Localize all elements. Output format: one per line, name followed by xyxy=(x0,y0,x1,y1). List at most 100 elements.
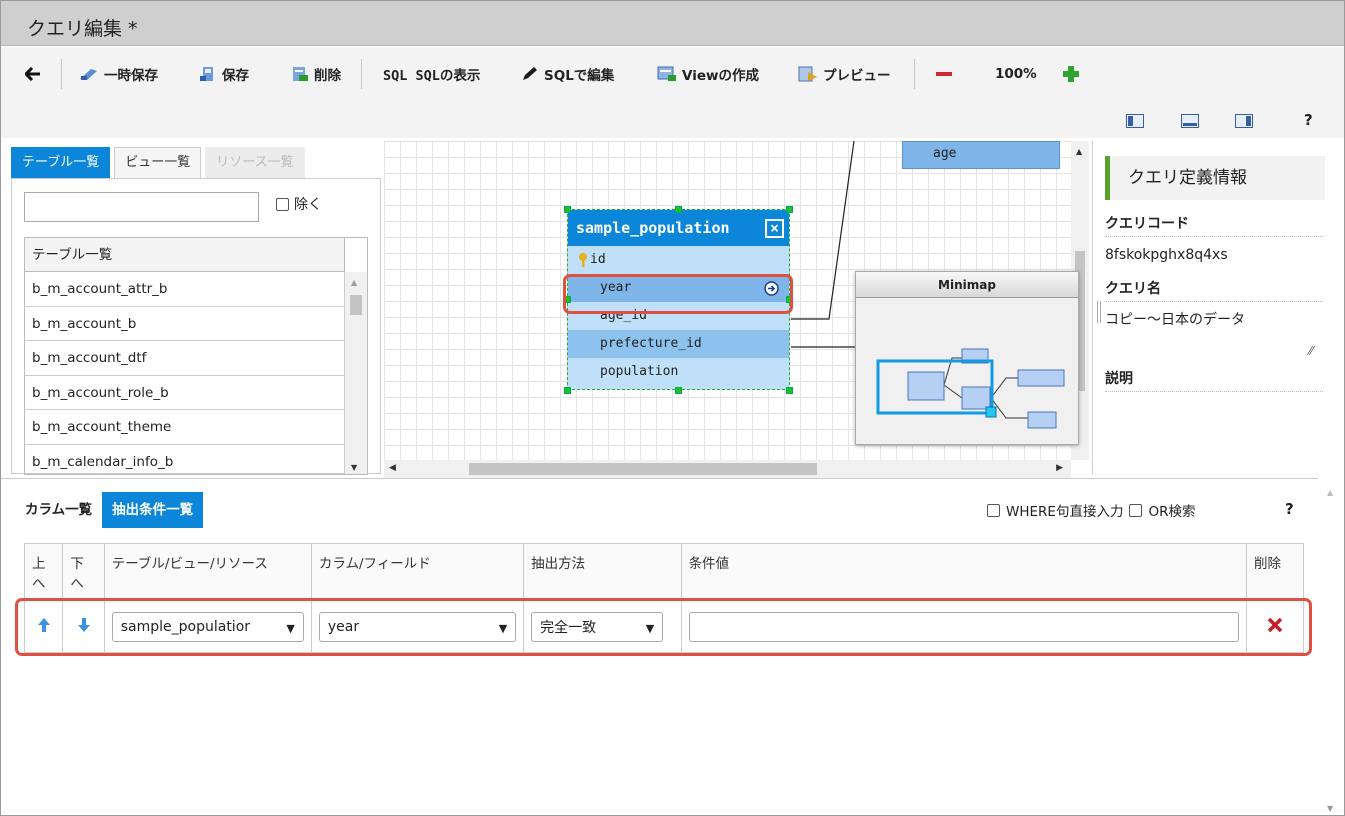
minimap-view xyxy=(876,348,1065,429)
or-search-label: OR検索 xyxy=(1148,504,1196,520)
table-list-scrollbar[interactable]: ▲ ▼ xyxy=(345,272,367,474)
resize-handle[interactable] xyxy=(564,206,571,213)
bottom-tabs: カラム一覧 抽出条件一覧 xyxy=(15,492,204,528)
col-up: 上へ xyxy=(23,543,64,601)
minimap[interactable]: Minimap xyxy=(855,271,1079,445)
layout-bottom-icon[interactable] xyxy=(1181,114,1199,128)
resize-handle[interactable] xyxy=(675,206,682,213)
preview-button[interactable]: プレビュー xyxy=(798,63,891,85)
resize-handle[interactable] xyxy=(786,206,793,213)
query-code-label: クエリコード xyxy=(1105,213,1323,237)
where-direct-label: WHERE句直接入力 xyxy=(1006,504,1124,520)
primary-key-icon xyxy=(579,253,587,267)
save-button[interactable]: 保存 xyxy=(199,63,249,85)
age-field-label: age xyxy=(933,146,957,161)
exclude-checkbox[interactable] xyxy=(276,197,289,211)
tab-condition-list[interactable]: 抽出条件一覧 xyxy=(102,492,204,528)
preview-icon xyxy=(798,66,817,82)
entity-close-icon[interactable]: × xyxy=(765,219,784,238)
age-entity-field[interactable]: age xyxy=(902,141,1060,169)
table-list-panel: テーブル一覧 ビュー一覧 リソース一覧 除く テーブル一覧 b_m_accoun… xyxy=(11,141,381,475)
save-label: 保存 xyxy=(222,68,249,84)
delete-button[interactable]: 削除 xyxy=(291,63,341,85)
resize-handle[interactable] xyxy=(675,387,682,394)
view-create-icon xyxy=(657,66,676,81)
minus-icon xyxy=(936,72,952,76)
temp-save-button[interactable]: 一時保存 xyxy=(79,63,158,85)
query-name-input[interactable]: コピー～日本のデータ xyxy=(1105,309,1245,329)
zoom-in-button[interactable] xyxy=(1062,63,1080,85)
exclude-label: 除く xyxy=(294,197,322,213)
page-title: クエリ編集 * xyxy=(27,18,138,40)
query-code-value: 8fskokpghx8q4xs xyxy=(1105,247,1228,263)
field-label: prefecture_id xyxy=(600,336,702,351)
table-list-item[interactable]: b_m_calendar_info_b xyxy=(25,444,345,474)
col-down: 下へ xyxy=(62,543,105,601)
condition-panel: カラム一覧 抽出条件一覧 WHERE句直接入力 OR検索 ? 上へ 下へ テーブ… xyxy=(1,478,1344,815)
where-direct-checkbox[interactable] xyxy=(987,503,1000,517)
minimap-title: Minimap xyxy=(856,272,1078,298)
edit-sql-button[interactable]: SQLで編集 xyxy=(521,63,614,85)
query-info-panel: クエリ定義情報 クエリコード 8fskokpghx8q4xs クエリ名 コピー～… xyxy=(1092,141,1344,474)
entity-field-id[interactable]: id xyxy=(568,246,789,274)
table-list: テーブル一覧 b_m_account_attr_b b_m_account_b … xyxy=(24,237,368,475)
help-button[interactable]: ? xyxy=(1304,109,1313,131)
create-view-label: Viewの作成 xyxy=(682,68,759,84)
table-list-item[interactable]: b_m_account_b xyxy=(25,306,345,341)
resize-handle[interactable] xyxy=(786,387,793,394)
help-label: ? xyxy=(1304,111,1313,129)
layout-left-icon[interactable] xyxy=(1126,114,1144,128)
temp-save-label: 一時保存 xyxy=(104,68,158,84)
table-list-item[interactable]: b_m_account_role_b xyxy=(25,375,345,410)
table-list-item[interactable]: b_m_account_dtf xyxy=(25,341,345,376)
table-search-input[interactable] xyxy=(24,192,259,222)
entity-field-prefecture-id[interactable]: prefecture_id xyxy=(568,330,789,358)
edit-sql-label: SQLで編集 xyxy=(544,68,615,84)
back-button[interactable] xyxy=(25,63,41,85)
resize-handle[interactable] xyxy=(564,387,571,394)
create-view-button[interactable]: Viewの作成 xyxy=(657,63,759,85)
highlight-condition-row xyxy=(15,598,1312,656)
condition-table-header: 上へ 下へ テーブル/ビュー/リソース カラム/フィールド 抽出方法 条件値 削… xyxy=(23,543,1304,601)
table-list-body: 除く テーブル一覧 b_m_account_attr_b b_m_account… xyxy=(11,178,381,475)
save-icon xyxy=(200,67,213,81)
col-table: テーブル/ビュー/リソース xyxy=(103,543,312,601)
zoom-level: 100% xyxy=(995,63,1037,85)
delete-label: 削除 xyxy=(314,68,341,84)
table-list-item[interactable]: b_m_account_attr_b xyxy=(25,272,345,307)
entity-header: sample_population × xyxy=(568,210,789,246)
zoom-out-button[interactable] xyxy=(935,63,953,85)
show-sql-button[interactable]: SQL SQLの表示 xyxy=(383,63,480,85)
tab-tables[interactable]: テーブル一覧 xyxy=(11,147,111,179)
bottom-vscroll[interactable]: ▲ ▼ xyxy=(1318,478,1344,815)
tab-resources[interactable]: リソース一覧 xyxy=(205,147,305,179)
back-arrow-icon xyxy=(25,67,40,81)
layout-right-icon[interactable] xyxy=(1235,114,1253,128)
left-tabs: テーブル一覧 ビュー一覧 リソース一覧 xyxy=(11,147,309,179)
table-list-item[interactable]: b_m_account_theme xyxy=(25,410,345,445)
condition-options: WHERE句直接入力 OR検索 xyxy=(987,500,1195,520)
query-info-title: クエリ定義情報 xyxy=(1105,156,1325,200)
col-value: 条件値 xyxy=(680,543,1248,601)
preview-label: プレビュー xyxy=(823,68,891,84)
field-label: population xyxy=(600,364,679,379)
query-editor-window: クエリ編集 * 一時保存 保存 削除 SQL SQLの表示 SQLで編集 Vie xyxy=(0,0,1345,816)
temp-save-icon xyxy=(80,69,97,80)
plus-icon xyxy=(1063,66,1079,82)
zoom-value: 100% xyxy=(995,66,1037,82)
title-bar: クエリ編集 * xyxy=(1,1,1344,46)
highlight-year-field xyxy=(563,274,793,314)
bottom-help-button[interactable]: ? xyxy=(1285,500,1294,518)
toolbar: 一時保存 保存 削除 SQL SQLの表示 SQLで編集 Viewの作成 プレビ… xyxy=(1,47,1344,138)
canvas-hscroll[interactable]: ◀ ▶ xyxy=(384,460,1071,478)
query-name-label: クエリ名 xyxy=(1105,278,1323,302)
or-search-checkbox[interactable] xyxy=(1129,503,1143,517)
pencil-icon xyxy=(523,67,537,80)
col-method: 抽出方法 xyxy=(523,543,682,601)
exclude-option[interactable]: 除く xyxy=(276,194,322,214)
tab-column-list[interactable]: カラム一覧 xyxy=(15,492,102,528)
tab-views[interactable]: ビュー一覧 xyxy=(114,147,202,179)
entity-field-population[interactable]: population xyxy=(568,358,789,386)
field-label: id xyxy=(590,252,606,267)
col-delete: 削除 xyxy=(1246,543,1304,601)
